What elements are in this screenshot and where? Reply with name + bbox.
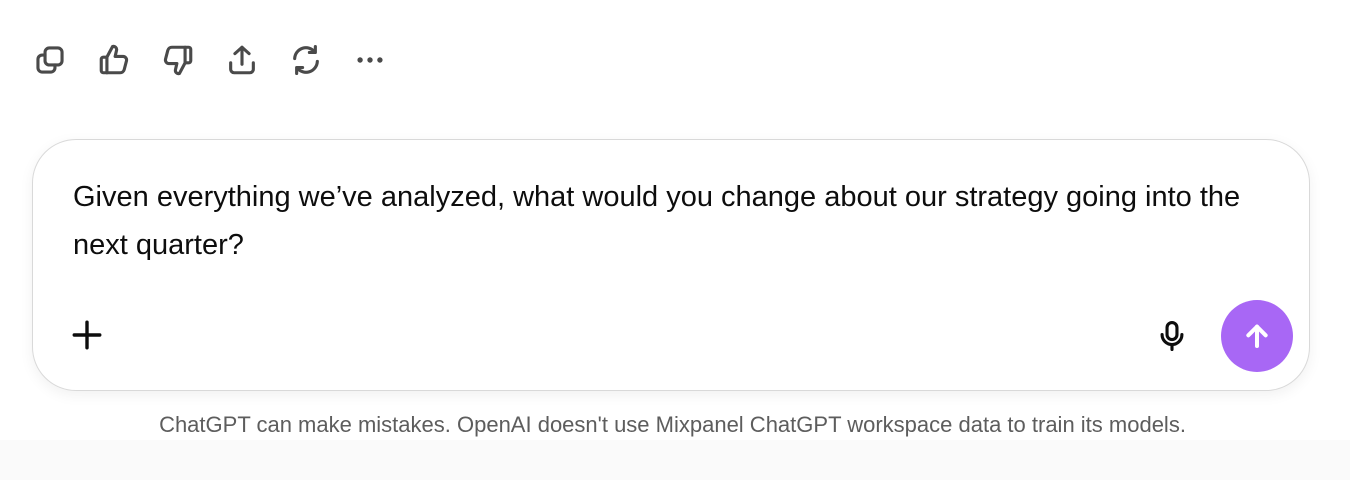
dictate-button[interactable] — [1151, 315, 1193, 357]
thumbs-up-icon — [99, 44, 129, 75]
more-options-button[interactable] — [352, 40, 388, 80]
copy-button[interactable] — [32, 40, 68, 80]
microphone-icon — [1160, 320, 1184, 352]
regenerate-icon — [293, 44, 319, 76]
disclaimer-text: ChatGPT can make mistakes. OpenAI doesn'… — [159, 412, 1186, 437]
plus-icon — [72, 320, 102, 350]
chat-page: Given everything we’ve analyzed, what wo… — [0, 0, 1350, 480]
thumbs-up-button[interactable] — [96, 40, 132, 80]
add-attachment-button[interactable] — [67, 315, 107, 355]
thumbs-down-button[interactable] — [160, 40, 196, 80]
message-action-bar — [32, 40, 388, 80]
regenerate-button[interactable] — [288, 40, 324, 80]
share-icon — [229, 45, 255, 75]
footer-band — [0, 440, 1350, 480]
more-icon — [357, 57, 383, 63]
copy-icon — [36, 46, 64, 74]
prompt-input[interactable]: Given everything we’ve analyzed, what wo… — [73, 173, 1283, 269]
share-button[interactable] — [224, 40, 260, 80]
arrow-up-icon — [1246, 324, 1268, 348]
message-composer: Given everything we’ve analyzed, what wo… — [32, 139, 1310, 391]
thumbs-down-icon — [163, 45, 193, 76]
send-button[interactable] — [1221, 300, 1293, 372]
